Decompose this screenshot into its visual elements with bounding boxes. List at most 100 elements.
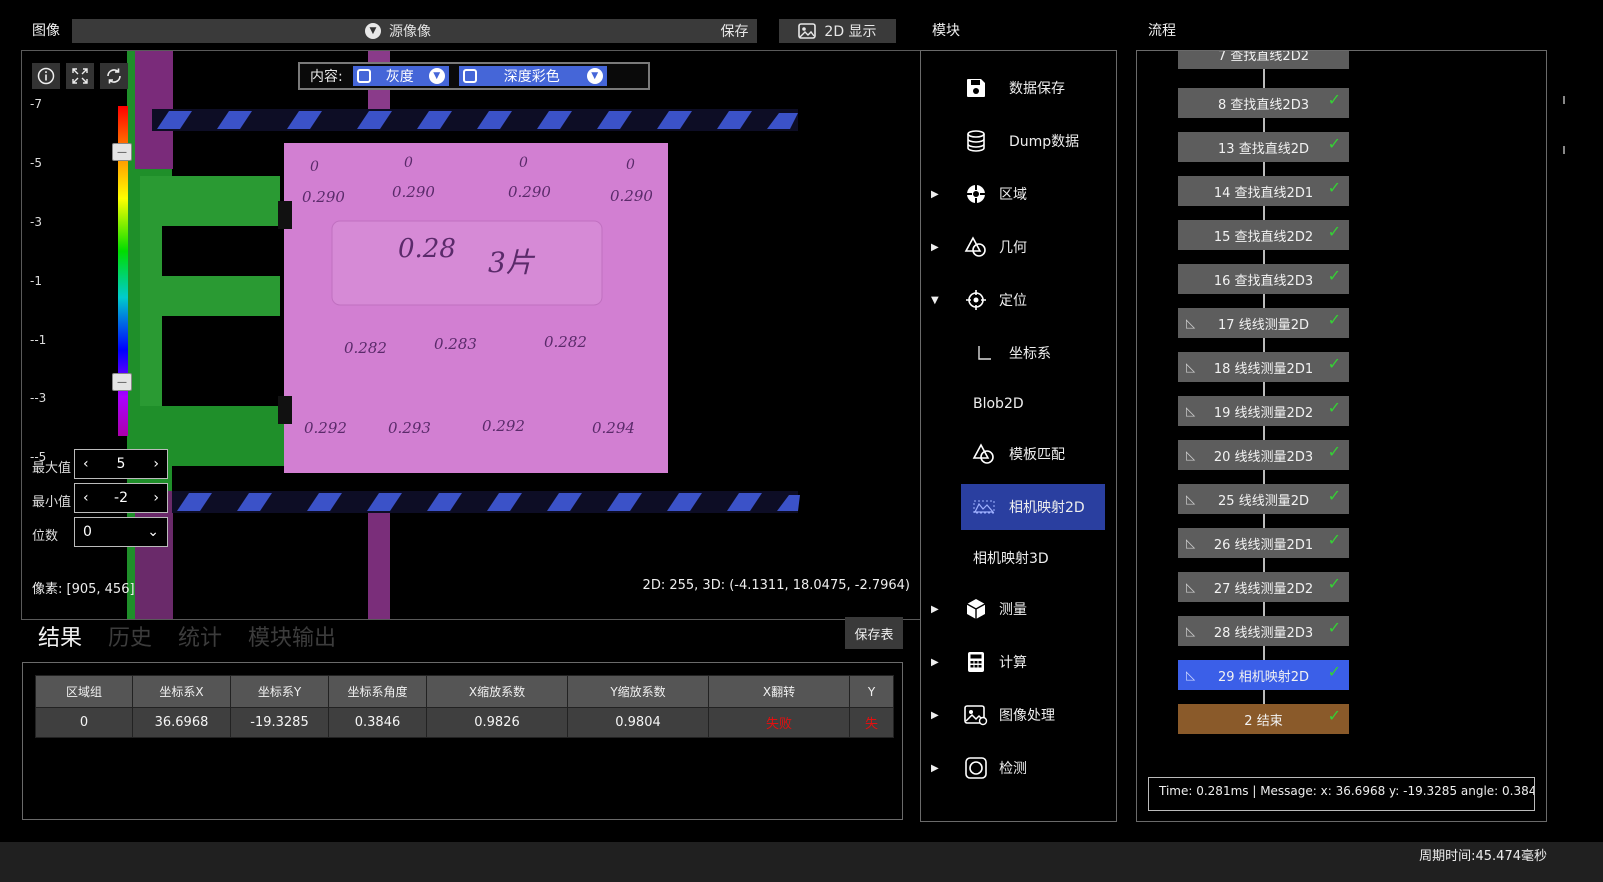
expand-arrow-icon[interactable]: ▶ bbox=[931, 657, 939, 668]
checkbox-icon[interactable] bbox=[356, 69, 371, 83]
flow-node[interactable]: 16 查找直线2D3 ✓ bbox=[1178, 264, 1349, 294]
module-blob2d[interactable]: Blob2D bbox=[921, 382, 1116, 426]
flow-node[interactable]: ◺ 17 线线测量2D ✓ bbox=[1178, 308, 1349, 338]
tab-statistics[interactable]: 统计 bbox=[178, 620, 222, 652]
camera-map-icon bbox=[971, 494, 997, 520]
module-label: 模板匹配 bbox=[1009, 447, 1065, 463]
refresh-button[interactable] bbox=[100, 63, 128, 89]
flow-node[interactable]: ◺ 27 线线测量2D2 ✓ bbox=[1178, 572, 1349, 602]
expand-arrow-icon[interactable]: ▶ bbox=[931, 763, 939, 774]
flow-node[interactable]: ◺ 26 线线测量2D1 ✓ bbox=[1178, 528, 1349, 558]
handwriting-text: 0 bbox=[626, 157, 635, 173]
module-label: 定位 bbox=[999, 293, 1027, 309]
column-header[interactable]: 坐标系X bbox=[132, 675, 231, 708]
result-table-panel: 区域组 坐标系X 坐标系Y 坐标系角度 X缩放系数 Y缩放系数 X翻转 Y 0 … bbox=[22, 662, 903, 820]
expand-arrow-icon[interactable]: ▶ bbox=[931, 604, 939, 615]
axis-icon bbox=[971, 340, 997, 366]
source-image-select[interactable]: ▼ 源像像 bbox=[72, 19, 724, 43]
max-slider-handle[interactable]: — bbox=[112, 143, 132, 161]
flow-node-label: 14 查找直线2D1 bbox=[1213, 185, 1314, 201]
module-label: 几何 bbox=[999, 240, 1027, 256]
table-row[interactable]: 0 36.6968 -19.3285 0.3846 0.9826 0.9804 … bbox=[35, 707, 894, 738]
status-bar bbox=[0, 842, 1603, 882]
module-detect[interactable]: ▶ 检测 bbox=[921, 746, 1116, 790]
column-header[interactable]: X缩放系数 bbox=[426, 675, 568, 708]
module-calculate[interactable]: ▶ 计算 bbox=[921, 640, 1116, 684]
app-window: 图像 ▼ 源像像 保存 | 2D 显示 bbox=[0, 0, 1603, 882]
scroll-edge-indicator bbox=[1563, 96, 1565, 154]
min-slider-handle[interactable]: — bbox=[112, 373, 132, 391]
grayscale-select[interactable]: 灰度 ▼ bbox=[352, 66, 449, 86]
column-header[interactable]: Y缩放系数 bbox=[567, 675, 709, 708]
camera-map-icon: ◺ bbox=[1186, 668, 1196, 682]
expand-arrow-icon[interactable]: ▶ bbox=[931, 242, 939, 253]
flow-node-end[interactable]: 2 结束 ✓ bbox=[1178, 704, 1349, 734]
module-template-match[interactable]: 模板匹配 bbox=[921, 432, 1116, 476]
save-image-button[interactable]: 保存 bbox=[712, 19, 757, 43]
flow-node[interactable]: ◺ 18 线线测量2D1 ✓ bbox=[1178, 352, 1349, 382]
measure-icon: ◺ bbox=[1186, 536, 1196, 550]
min-value-stepper[interactable]: ‹ -2 › bbox=[74, 483, 168, 513]
module-camera-map-2d[interactable]: 相机映射2D bbox=[961, 484, 1105, 530]
flow-node-active[interactable]: ◺ 29 相机映射2D ✓ bbox=[1178, 660, 1349, 690]
coordinate-readout: 2D: 255, 3D: (-4.1311, 18.0475, -2.7964) bbox=[642, 578, 910, 593]
module-label: 区域 bbox=[999, 187, 1027, 203]
module-data-save[interactable]: 数据保存 bbox=[921, 66, 1116, 110]
flow-node-label: 16 查找直线2D3 bbox=[1213, 273, 1314, 289]
flow-node[interactable]: 15 查找直线2D2 ✓ bbox=[1178, 220, 1349, 250]
module-dump-data[interactable]: Dump数据 bbox=[921, 119, 1116, 163]
chevron-right-icon[interactable]: › bbox=[153, 490, 159, 506]
chevron-left-icon[interactable]: ‹ bbox=[83, 490, 89, 506]
column-header[interactable]: Y bbox=[849, 675, 894, 708]
flow-node[interactable]: 14 查找直线2D1 ✓ bbox=[1178, 176, 1349, 206]
measure-icon: ◺ bbox=[1186, 580, 1196, 594]
digits-select[interactable]: 0 ⌄ bbox=[74, 517, 168, 547]
module-label: 检测 bbox=[999, 761, 1027, 777]
handwriting-text: 0.290 bbox=[392, 183, 435, 201]
chevron-left-icon[interactable]: ‹ bbox=[83, 456, 89, 472]
flow-node[interactable]: 8 查找直线2D3 ✓ bbox=[1178, 88, 1349, 118]
expand-arrow-icon[interactable]: ▶ bbox=[931, 710, 939, 721]
handwriting-text: 0.290 bbox=[508, 183, 551, 201]
flow-node[interactable]: 7 查找直线2D2 bbox=[1178, 51, 1349, 69]
tab-history[interactable]: 历史 bbox=[108, 620, 152, 652]
flow-node[interactable]: ◺ 20 线线测量2D3 ✓ bbox=[1178, 440, 1349, 470]
module-region[interactable]: ▶ 区域 bbox=[921, 172, 1116, 216]
column-header[interactable]: 坐标系Y bbox=[230, 675, 329, 708]
tab-results[interactable]: 结果 bbox=[38, 620, 82, 652]
flow-node[interactable]: ◺ 28 线线测量2D3 ✓ bbox=[1178, 616, 1349, 646]
save-table-button[interactable]: 保存表 bbox=[845, 617, 903, 649]
max-value: 5 bbox=[116, 456, 126, 472]
table-cell: 0.3846 bbox=[328, 707, 427, 738]
flow-node[interactable]: 13 查找直线2D ✓ bbox=[1178, 132, 1349, 162]
handwriting-text: 0 bbox=[519, 155, 528, 171]
column-header[interactable]: X翻转 bbox=[708, 675, 850, 708]
expand-arrow-icon[interactable]: ▶ bbox=[931, 189, 939, 200]
handwriting-text: 0.282 bbox=[544, 333, 587, 351]
chevron-right-icon[interactable]: › bbox=[153, 456, 159, 472]
cycle-time: 周期时间:45.474毫秒 bbox=[1419, 849, 1547, 864]
flow-node-label: 28 线线测量2D3 bbox=[1213, 625, 1314, 641]
info-button[interactable] bbox=[32, 63, 60, 89]
max-value-stepper[interactable]: ‹ 5 › bbox=[74, 449, 168, 479]
column-header[interactable]: 区域组 bbox=[35, 675, 133, 708]
column-header[interactable]: 坐标系角度 bbox=[328, 675, 427, 708]
module-image-processing[interactable]: ▶ 图像处理 bbox=[921, 693, 1116, 737]
image-viewer[interactable]: 0 0 0 0 0.290 0.290 0.290 0.290 0.28 3片 … bbox=[21, 50, 921, 620]
display-2d-button[interactable]: 2D 显示 bbox=[779, 19, 896, 43]
module-camera-map-3d[interactable]: 相机映射3D bbox=[921, 536, 1116, 580]
measure-icon: ◺ bbox=[1186, 624, 1196, 638]
module-label: Dump数据 bbox=[1009, 134, 1080, 150]
fullscreen-button[interactable] bbox=[66, 63, 94, 89]
checkbox-icon[interactable] bbox=[462, 69, 477, 83]
collapse-arrow-icon[interactable]: ▼ bbox=[931, 295, 939, 306]
module-measure[interactable]: ▶ 测量 bbox=[921, 587, 1116, 631]
flow-node[interactable]: ◺ 19 线线测量2D2 ✓ bbox=[1178, 396, 1349, 426]
tab-module-output[interactable]: 模块输出 bbox=[248, 620, 336, 652]
module-locate[interactable]: ▼ 定位 bbox=[921, 278, 1116, 322]
module-coordinate-system[interactable]: 坐标系 bbox=[921, 331, 1116, 375]
chevron-down-icon: ▼ bbox=[428, 68, 445, 84]
flow-node[interactable]: ◺ 25 线线测量2D ✓ bbox=[1178, 484, 1349, 514]
module-geometry[interactable]: ▶ 几何 bbox=[921, 225, 1116, 269]
depth-color-select[interactable]: 深度彩色 ▼ bbox=[458, 66, 607, 86]
